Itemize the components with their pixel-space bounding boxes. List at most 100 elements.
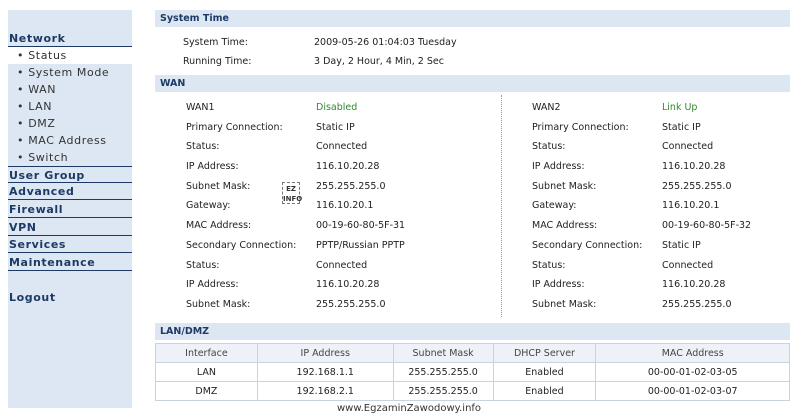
nav-item-status[interactable]: • Status [8, 47, 132, 64]
wan1-subnet-value: 255.255.255.0 [316, 181, 386, 192]
table-cell: 00-00-01-02-03-07 [595, 381, 790, 401]
nav-item-label: Switch [28, 151, 69, 164]
bullet-icon: • [17, 49, 25, 62]
bullet-icon: • [17, 117, 25, 130]
nav-firewall[interactable]: Firewall [8, 201, 132, 218]
wan2-subnet-value: 255.255.255.0 [662, 181, 732, 192]
wan2-secondary-status-value: Connected [662, 260, 714, 271]
wan1-gateway-label: Gateway: [186, 200, 231, 211]
wan2-status-label: Status: [532, 141, 566, 152]
table-cell: 192.168.1.1 [256, 362, 394, 382]
wan-header: WAN [155, 75, 790, 92]
wan1-name: WAN1 [186, 102, 215, 113]
wan2-mac-label: MAC Address: [532, 220, 598, 231]
bullet-icon: • [17, 66, 25, 79]
wan1-primary-connection-label: Primary Connection: [186, 122, 283, 133]
bullet-icon: • [17, 151, 25, 164]
table-cell: LAN [155, 362, 258, 382]
wan2-secondary-ip-label: IP Address: [532, 279, 585, 290]
wan2-gateway-value: 116.10.20.1 [662, 200, 720, 211]
wan1-status-label: Status: [186, 141, 220, 152]
wan1-subnet-label: Subnet Mask: [186, 181, 251, 192]
nav-item-system-mode[interactable]: • System Mode [8, 64, 132, 81]
wan2-primary-connection-label: Primary Connection: [532, 122, 629, 133]
wan1-secondary-ip-value: 116.10.20.28 [316, 279, 380, 290]
nav-maintenance[interactable]: Maintenance [8, 254, 132, 271]
wan1-secondary-connection-label: Secondary Connection: [186, 240, 297, 251]
sidebar-nav: Network • Status • System Mode • WAN • L… [8, 10, 132, 408]
table-cell: Enabled [492, 362, 597, 382]
wan1-status-value: Connected [316, 141, 368, 152]
nav-vpn[interactable]: VPN [8, 219, 132, 236]
system-time-label: System Time: [183, 37, 248, 48]
wan2-secondary-subnet-label: Subnet Mask: [532, 299, 597, 310]
wan1-ip-value: 116.10.20.28 [316, 161, 380, 172]
wan2-status-value: Connected [662, 141, 714, 152]
nav-item-lan[interactable]: • LAN [8, 98, 132, 115]
wan2-ip-value: 116.10.20.28 [662, 161, 726, 172]
wan2-name: WAN2 [532, 102, 561, 113]
wan-column-divider [501, 95, 502, 317]
nav-logout[interactable]: Logout [8, 289, 132, 306]
footer-watermark: www.EgzaminZawodowy.info [337, 403, 482, 414]
nav-item-label: WAN [28, 83, 57, 96]
wan2-state: Link Up [662, 102, 698, 113]
nav-item-label: DMZ [28, 117, 56, 130]
bullet-icon: • [17, 83, 25, 96]
nav-user-group[interactable]: User Group [8, 166, 132, 183]
bullet-icon: • [17, 100, 25, 113]
nav-item-dmz[interactable]: • DMZ [8, 115, 132, 132]
wan1-ip-label: IP Address: [186, 161, 239, 172]
lan-dmz-table: Interface IP Address Subnet Mask DHCP Se… [155, 343, 790, 401]
wan1-secondary-status-label: Status: [186, 260, 220, 271]
column-header-interface: Interface [155, 343, 258, 363]
wan1-mac-label: MAC Address: [186, 220, 252, 231]
table-cell: 00-00-01-02-03-05 [595, 362, 790, 382]
wan1-mac-value: 00-19-60-80-5F-31 [316, 220, 406, 231]
table-header-row: Interface IP Address Subnet Mask DHCP Se… [155, 343, 790, 363]
wan1-gateway-value: 116.10.20.1 [316, 200, 374, 211]
table-cell: 255.255.255.0 [392, 362, 494, 382]
wan1-state: Disabled [316, 102, 358, 113]
nav-item-label: MAC Address [28, 134, 107, 147]
nav-item-switch[interactable]: • Switch [8, 149, 132, 166]
table-row: LAN 192.168.1.1 255.255.255.0 Enabled 00… [155, 362, 790, 382]
running-time-label: Running Time: [183, 56, 252, 67]
system-time-value: 2009-05-26 01:04:03 Tuesday [314, 37, 457, 48]
wan2-primary-connection-value: Static IP [662, 122, 701, 133]
wan2-secondary-connection-label: Secondary Connection: [532, 240, 643, 251]
wan2-gateway-label: Gateway: [532, 200, 577, 211]
lan-dmz-header: LAN/DMZ [155, 323, 790, 340]
nav-item-wan[interactable]: • WAN [8, 81, 132, 98]
table-row: DMZ 192.168.2.1 255.255.255.0 Enabled 00… [155, 381, 790, 401]
nav-item-label: System Mode [28, 66, 110, 79]
bullet-icon: • [17, 134, 25, 147]
table-cell: 192.168.2.1 [256, 381, 394, 401]
wan2-secondary-ip-value: 116.10.20.28 [662, 279, 726, 290]
wan1-secondary-connection-value: PPTP/Russian PPTP [316, 240, 405, 251]
wan1-primary-connection-value: Static IP [316, 122, 355, 133]
table-cell: Enabled [492, 381, 597, 401]
running-time-value: 3 Day, 2 Hour, 4 Min, 2 Sec [314, 56, 444, 67]
table-cell: DMZ [155, 381, 258, 401]
nav-services[interactable]: Services [8, 236, 132, 253]
column-header-subnet-mask: Subnet Mask [392, 343, 494, 363]
wan1-secondary-ip-label: IP Address: [186, 279, 239, 290]
nav-item-mac-address[interactable]: • MAC Address [8, 132, 132, 149]
wan2-secondary-subnet-value: 255.255.255.0 [662, 299, 732, 310]
wan2-subnet-label: Subnet Mask: [532, 181, 597, 192]
info-logo: EZ INFO [282, 182, 302, 204]
column-header-mac-address: MAC Address [595, 343, 790, 363]
wan2-secondary-connection-value: Static IP [662, 240, 701, 251]
table-cell: 255.255.255.0 [392, 381, 494, 401]
wan2-ip-label: IP Address: [532, 161, 585, 172]
wan2-mac-value: 00-19-60-80-5F-32 [662, 220, 752, 231]
column-header-dhcp-server: DHCP Server [492, 343, 597, 363]
wan1-secondary-subnet-label: Subnet Mask: [186, 299, 251, 310]
wan2-secondary-status-label: Status: [532, 260, 566, 271]
nav-item-label: Status [28, 49, 67, 62]
nav-advanced[interactable]: Advanced [8, 183, 132, 200]
nav-network[interactable]: Network [8, 30, 132, 47]
system-time-header: System Time [155, 10, 790, 27]
column-header-ip-address: IP Address [256, 343, 394, 363]
